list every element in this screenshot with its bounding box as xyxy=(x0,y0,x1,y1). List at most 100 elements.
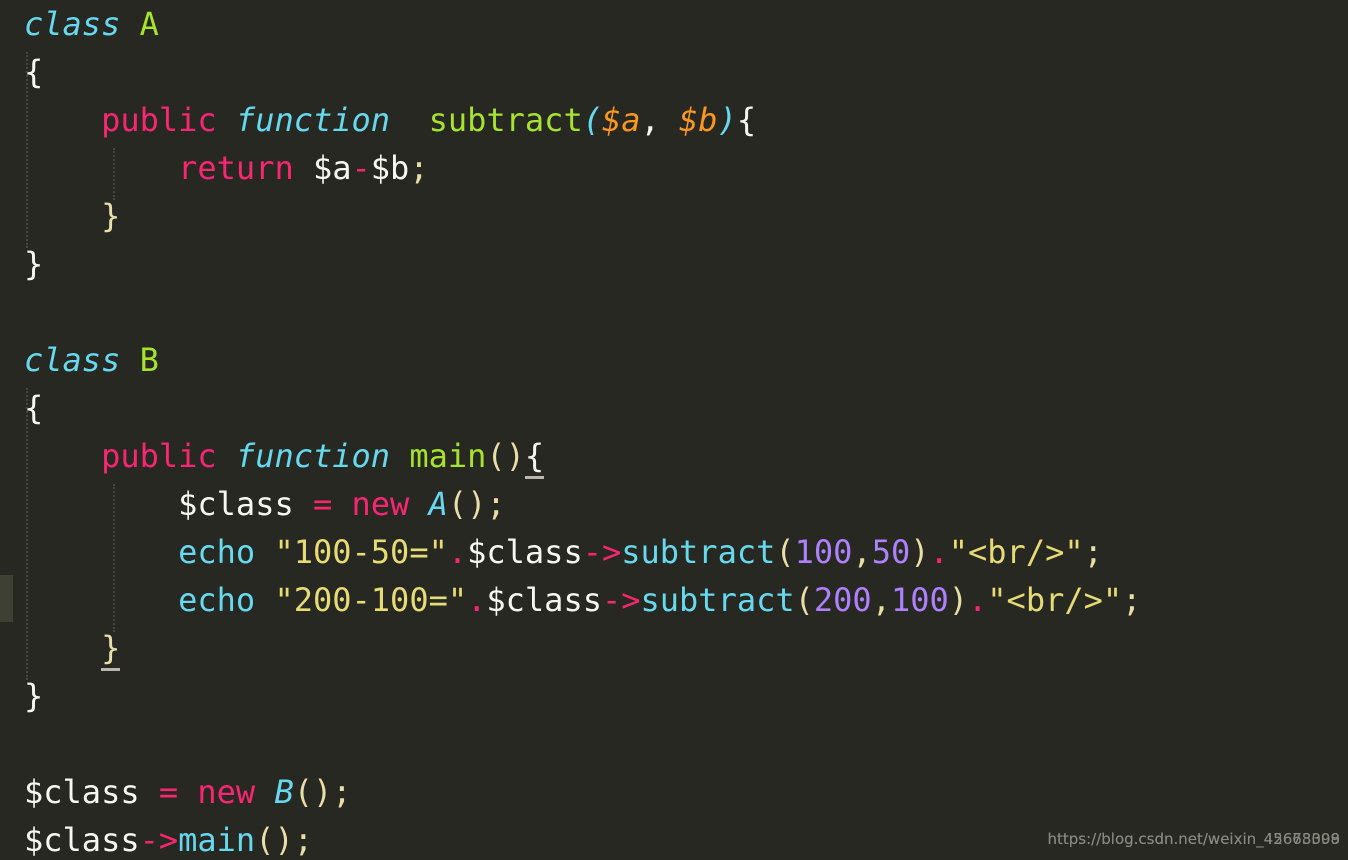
code-token-var: $class xyxy=(486,581,602,619)
code-line[interactable] xyxy=(0,720,24,768)
code-token-var: $a xyxy=(312,149,352,187)
code-token-keyword: public xyxy=(101,101,217,139)
code-token-paren: (); xyxy=(255,821,313,859)
code-line[interactable]: { xyxy=(0,384,43,432)
code-token-brace: { xyxy=(24,53,44,91)
code-line[interactable]: public function main(){ xyxy=(0,432,545,480)
code-token-var: $class xyxy=(467,533,583,571)
code-token-number: 100 xyxy=(890,581,949,619)
code-line[interactable]: public function subtract($a, $b){ xyxy=(0,96,756,144)
code-token-storage: function xyxy=(235,437,391,475)
code-line[interactable]: { xyxy=(0,48,43,96)
code-line[interactable]: } xyxy=(0,192,120,240)
code-line[interactable]: class B xyxy=(0,336,159,384)
code-token-brace: { xyxy=(736,101,757,139)
code-line[interactable]: } xyxy=(0,672,43,720)
code-token-classname: A xyxy=(139,5,159,43)
code-token-storage: class xyxy=(24,341,121,379)
code-line[interactable] xyxy=(0,288,24,336)
code-token-paren: } xyxy=(101,197,121,235)
code-token-string: "200-100=" xyxy=(274,581,468,619)
code-token-keyword: new xyxy=(351,485,410,523)
code-line[interactable]: } xyxy=(0,624,121,672)
code-token-operator: = xyxy=(312,485,333,523)
code-token-paren: (); xyxy=(293,773,352,811)
code-token-paren: (); xyxy=(447,485,506,523)
code-token-operator: . xyxy=(929,533,949,571)
code-line[interactable]: $class = new A(); xyxy=(0,480,506,528)
code-token-paren: ; xyxy=(1083,533,1103,571)
code-token-method: echo xyxy=(178,581,256,619)
code-line[interactable]: echo "100-50=".$class->subtract(100,50).… xyxy=(0,528,1103,576)
code-token-brace: } xyxy=(24,245,44,283)
code-text-area[interactable]: class A{ public function subtract($a, $b… xyxy=(0,0,1348,860)
code-token-var: $class xyxy=(24,821,140,859)
code-editor[interactable]: class A{ public function subtract($a, $b… xyxy=(0,0,1348,860)
code-token-paren: ) xyxy=(948,581,969,619)
code-token-keyword: return xyxy=(178,149,294,187)
code-token-classref: ( xyxy=(582,101,602,139)
code-token-param: $a xyxy=(601,101,641,139)
code-token-classref: A xyxy=(428,485,448,523)
code-token-string: "100-50=" xyxy=(274,533,448,571)
code-token-classref: B xyxy=(274,773,294,811)
code-token-paren: ) xyxy=(910,533,930,571)
code-line[interactable]: echo "200-100=".$class->subtract(200,100… xyxy=(0,576,1141,624)
code-token-operator: = xyxy=(158,773,179,811)
code-token-var: $b xyxy=(370,149,410,187)
code-token-classref: ) xyxy=(717,101,737,139)
code-token-paren: () xyxy=(486,437,525,475)
code-token-arrow: -> xyxy=(582,533,622,571)
code-token-storage: function xyxy=(235,101,391,139)
code-token-keyword: public xyxy=(101,437,217,475)
code-token-string: "<br/>" xyxy=(987,581,1123,619)
code-token-classname: B xyxy=(139,341,159,379)
code-token-function: subtract xyxy=(428,101,583,139)
code-token-brace: { xyxy=(24,389,44,427)
code-token-var: $class xyxy=(178,485,294,523)
code-token-param: $b xyxy=(679,101,718,139)
code-token-var: $class xyxy=(24,773,140,811)
code-token-number: 50 xyxy=(871,533,911,571)
code-token-method: main xyxy=(178,821,256,859)
code-token-method: subtract xyxy=(640,581,795,619)
code-token-number: 100 xyxy=(794,533,853,571)
code-line[interactable]: $class->main(); xyxy=(0,816,313,860)
code-token-paren: , xyxy=(852,533,872,571)
code-line[interactable]: } xyxy=(0,240,43,288)
code-token-storage: class xyxy=(24,5,121,43)
code-line[interactable]: class A xyxy=(0,0,159,48)
code-token-operator: . xyxy=(447,533,468,571)
code-token-method: echo xyxy=(178,533,256,571)
code-token-paren: } xyxy=(101,629,121,671)
code-token-operator: . xyxy=(467,581,487,619)
code-token-brace: { xyxy=(524,437,545,479)
code-token-paren: ( xyxy=(775,533,795,571)
code-token-keyword: new xyxy=(197,773,256,811)
code-token-paren: , xyxy=(871,581,891,619)
code-token-number: 200 xyxy=(813,581,872,619)
code-line[interactable]: return $a-$b; xyxy=(0,144,429,192)
code-line[interactable]: $class = new B(); xyxy=(0,768,352,816)
code-token-paren: ; xyxy=(409,149,429,187)
